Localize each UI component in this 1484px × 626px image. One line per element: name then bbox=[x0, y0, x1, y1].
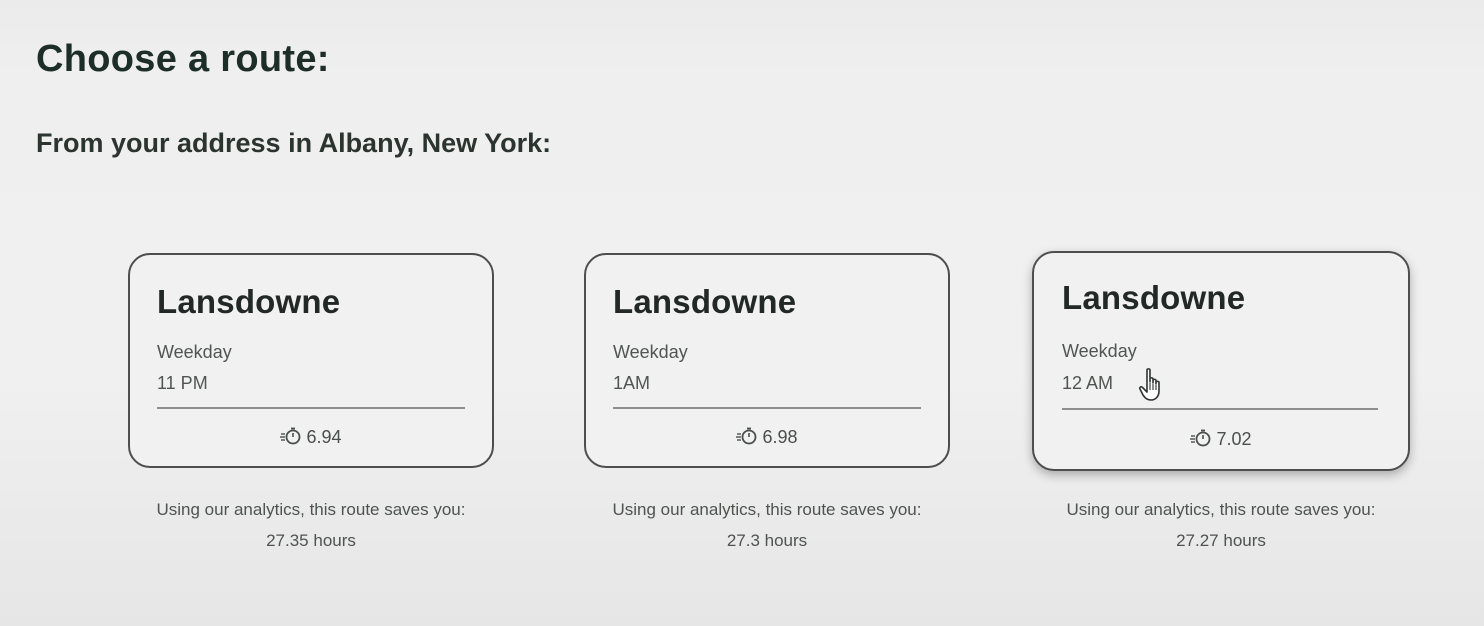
route-option-1: Lansdowne Weekday 11 PM 6.94 Using our a… bbox=[128, 253, 494, 556]
savings-value: 27.3 hours bbox=[726, 531, 808, 550]
route-name: Lansdowne bbox=[1062, 279, 1246, 316]
route-chooser-page: Choose a route: From your address in Alb… bbox=[0, 0, 1484, 626]
route-time: 11 PM bbox=[157, 373, 208, 393]
route-day: Weekday bbox=[157, 342, 232, 362]
card-divider bbox=[1062, 408, 1378, 410]
route-score-value: 7.02 bbox=[1216, 429, 1252, 449]
route-score: 6.98 bbox=[586, 427, 948, 448]
card-divider bbox=[157, 407, 465, 409]
stopwatch-icon bbox=[736, 427, 757, 445]
hand-pointer-icon bbox=[1138, 368, 1160, 401]
caption-text: Using our analytics, this route saves yo… bbox=[612, 500, 922, 519]
caption-text: Using our analytics, this route saves yo… bbox=[156, 500, 466, 519]
route-caption: Using our analytics, this route saves yo… bbox=[584, 494, 950, 556]
route-option-2: Lansdowne Weekday 1AM 6.98 Using our ana… bbox=[584, 253, 950, 556]
route-score-value: 6.98 bbox=[762, 427, 798, 447]
route-time: 12 AM bbox=[1062, 373, 1114, 393]
route-card[interactable]: Lansdowne Weekday 11 PM 6.94 bbox=[128, 253, 494, 468]
card-divider bbox=[613, 407, 921, 409]
page-title: Choose a route: bbox=[36, 38, 330, 80]
route-score-value: 6.94 bbox=[306, 427, 342, 447]
stopwatch-icon bbox=[1190, 429, 1211, 447]
route-score: 6.94 bbox=[130, 427, 492, 448]
page-subtitle: From your address in Albany, New York: bbox=[36, 128, 552, 158]
route-day: Weekday bbox=[1062, 341, 1137, 361]
route-caption: Using our analytics, this route saves yo… bbox=[128, 494, 494, 556]
savings-value: 27.27 hours bbox=[1176, 531, 1266, 550]
stopwatch-icon bbox=[280, 427, 301, 445]
route-option-3: Lansdowne Weekday 12 AM 7.02 Using our a… bbox=[1032, 251, 1410, 556]
caption-text: Using our analytics, this route saves yo… bbox=[1066, 500, 1376, 519]
route-name: Lansdowne bbox=[613, 283, 797, 320]
route-card[interactable]: Lansdowne Weekday 1AM 6.98 bbox=[584, 253, 950, 468]
route-day: Weekday bbox=[613, 342, 688, 362]
route-name: Lansdowne bbox=[157, 283, 341, 320]
route-caption: Using our analytics, this route saves yo… bbox=[1032, 494, 1410, 556]
route-card[interactable]: Lansdowne Weekday 12 AM 7.02 bbox=[1032, 251, 1410, 471]
route-time: 1AM bbox=[613, 373, 651, 393]
route-score: 7.02 bbox=[1034, 429, 1408, 450]
savings-value: 27.35 hours bbox=[266, 531, 356, 550]
